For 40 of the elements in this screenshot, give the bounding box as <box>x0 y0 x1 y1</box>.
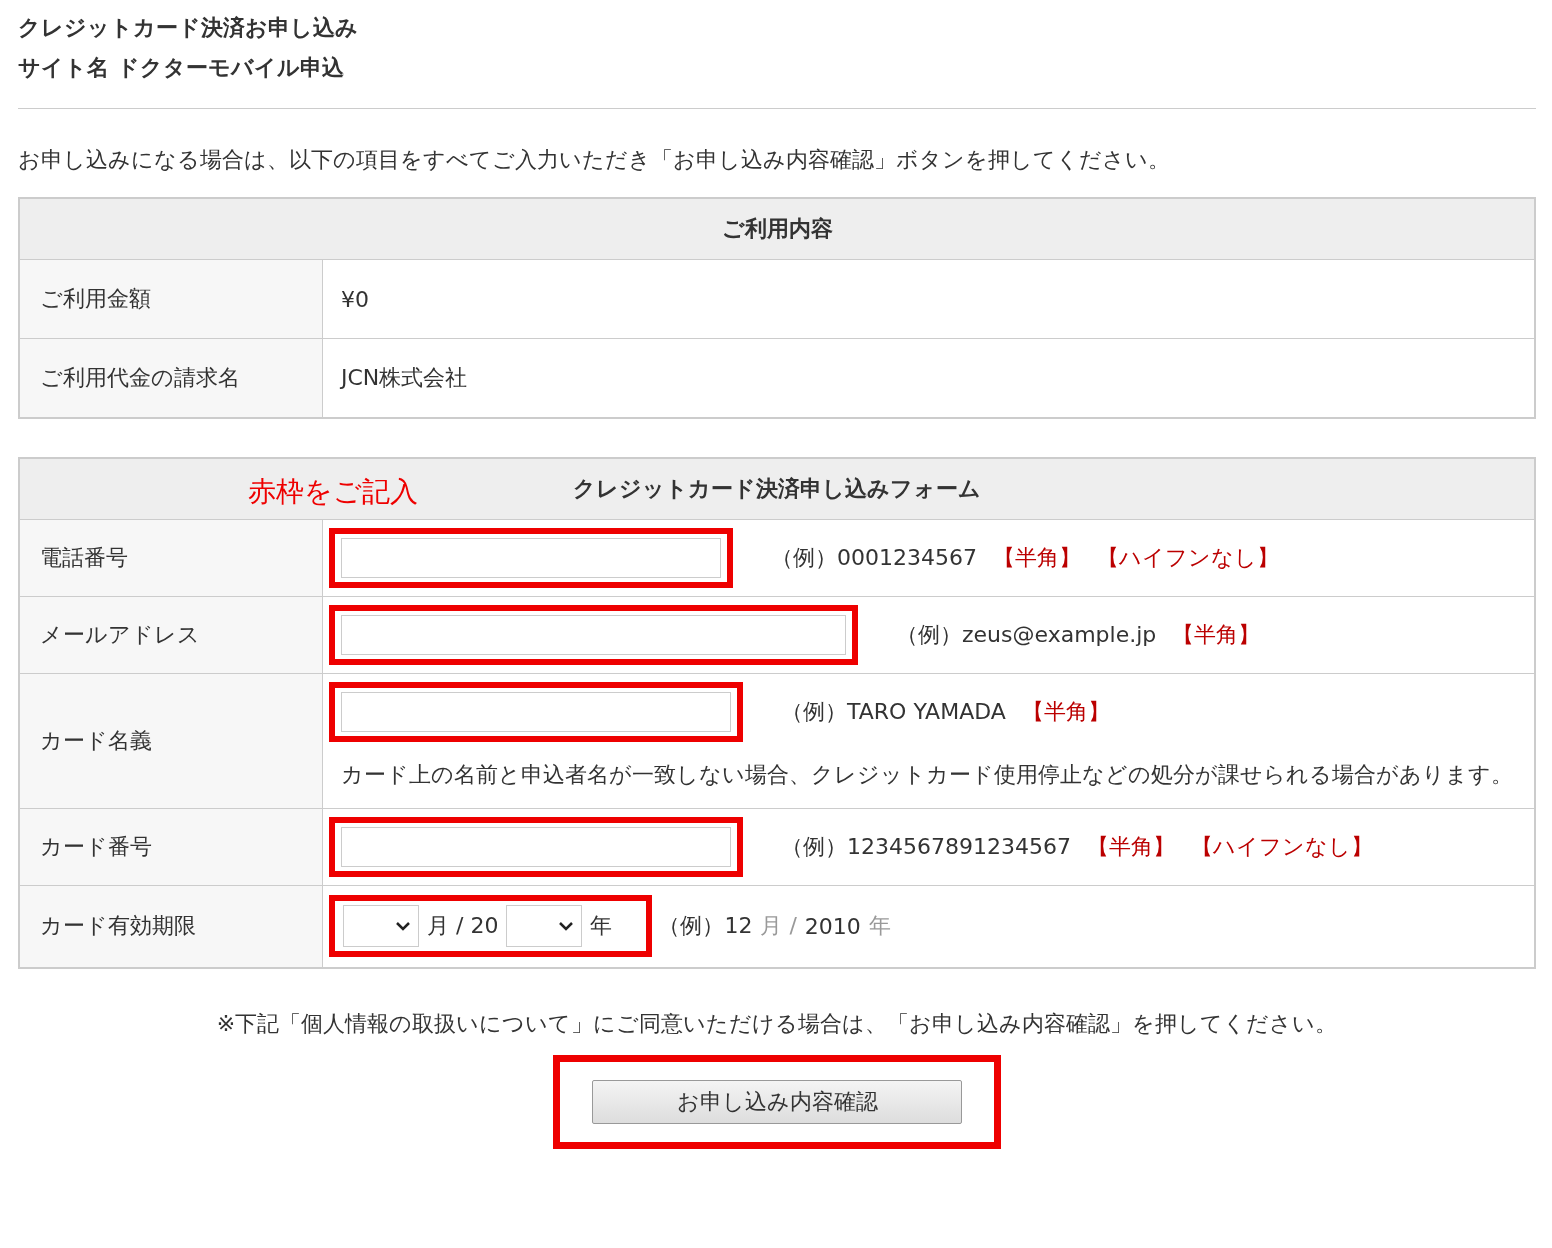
format-tag: 【ハイフンなし】 <box>1190 831 1373 862</box>
field-label: カード名義 <box>19 673 323 808</box>
format-tag: 【半角】 <box>1086 831 1175 862</box>
annotation-text: 赤枠をご記入 <box>248 473 418 510</box>
example-text: （例）TARO YAMADA <box>781 697 1006 726</box>
chevron-down-icon <box>559 921 574 931</box>
confirm-button[interactable]: お申し込み内容確認 <box>592 1080 962 1124</box>
table-heading: ご利用内容 <box>19 198 1535 260</box>
month-select[interactable] <box>343 905 419 948</box>
row-label: ご利用代金の請求名 <box>19 338 323 418</box>
example-text: （例）12 <box>658 912 753 941</box>
field-label: カード有効期限 <box>19 885 323 968</box>
row-label: ご利用金額 <box>19 259 323 339</box>
table-heading: クレジットカード決済申し込みフォーム <box>573 475 981 501</box>
example-text: 2010 <box>804 913 861 939</box>
field-label: メールアドレス <box>19 596 323 673</box>
consent-notice: ※下記「個人情報の取扱いについて」にご同意いただける場合は、「お申し込み内容確認」を押してください。 <box>215 1010 1339 1038</box>
chevron-down-icon <box>396 921 410 931</box>
example-text: 年 <box>868 912 891 941</box>
format-tag: 【ハイフンなし】 <box>1097 542 1279 573</box>
unit-text: 月 / 20 <box>427 912 499 941</box>
example-text: （例）1234567891234567 <box>781 832 1071 861</box>
input-field[interactable] <box>341 537 721 578</box>
note-text: カード上の名前と申込者名が一致しない場合、クレジットカード使用停止などの処分が課せられる場合があります。 <box>341 760 1514 789</box>
year-select[interactable] <box>506 905 583 948</box>
field-label: 電話番号 <box>19 519 323 596</box>
example-text: 月 / <box>760 912 797 941</box>
input-field[interactable] <box>341 826 731 867</box>
input-field[interactable] <box>341 691 731 732</box>
field-label: カード番号 <box>19 808 323 885</box>
input-field[interactable] <box>341 614 846 655</box>
page-title: クレジットカード決済お申し込み <box>18 14 359 42</box>
example-text: （例）zeus@example.jp <box>896 620 1157 649</box>
format-tag: 【半角】 <box>993 542 1081 573</box>
format-tag: 【半角】 <box>1172 619 1261 650</box>
site-name: サイト名 ドクターモバイル申込 <box>18 54 345 82</box>
example-text: （例）0001234567 <box>771 543 977 572</box>
instruction-text: お申し込みになる場合は、以下の項目をすべてご入力いただき「お申し込み内容確認」ボタンを押してください。 <box>18 146 1171 174</box>
format-tag: 【半角】 <box>1021 696 1110 727</box>
unit-text: 年 <box>590 912 613 941</box>
